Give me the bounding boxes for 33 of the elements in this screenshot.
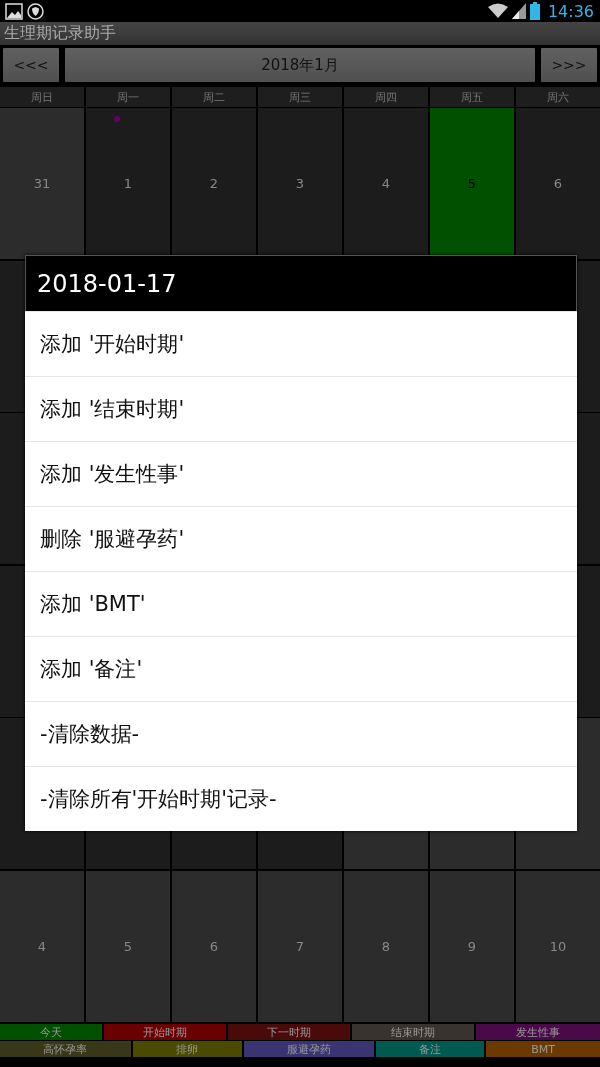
legend-label: 排卵 [132,1041,242,1057]
legend-label: 下一时期 [228,1024,350,1040]
weekday-header: 周一 [86,87,170,107]
weekday-header: 周五 [430,87,514,107]
legend-label: 今天 [0,1024,102,1040]
app-title: 生理期记录助手 [3,23,116,44]
legend-label: 高怀孕率 [0,1041,131,1057]
legend-label: 发生性事 [476,1024,600,1040]
day-number: 4 [381,176,391,191]
weekday-header: 周日 [0,87,84,107]
day-number: 6 [553,176,563,191]
day-number: 31 [33,176,51,191]
day-number: 5 [467,176,477,191]
weekday-header: 周二 [172,87,256,107]
day-number: 6 [209,938,219,954]
legend-label: 服避孕药 [243,1041,374,1057]
clock-time: 14:36 [547,1,594,21]
day-number: 5 [123,938,133,954]
day-number: 10 [549,938,567,954]
day-number: 1 [123,176,133,191]
day-number: 8 [381,938,391,954]
weekday-header: 周六 [516,87,600,107]
weekday-header: 周四 [344,87,428,107]
legend-label: 备注 [375,1041,485,1057]
legend-label: 结束时期 [352,1024,474,1040]
day-number: 7 [295,938,305,954]
dialog-title: 2018-01-17 [25,255,577,311]
day-number: 3 [295,176,305,191]
day-number: 9 [467,938,477,954]
legend-label: BMT [486,1041,600,1057]
day-number: 4 [37,938,47,954]
day-number: 2 [209,176,219,191]
legend-label: 开始时期 [104,1024,226,1040]
